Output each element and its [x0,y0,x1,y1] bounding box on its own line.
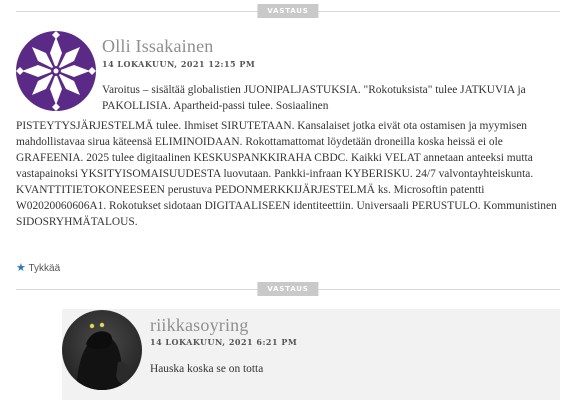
comment-date[interactable]: 14 LOKAKUUN, 2021 6:21 PM [150,337,297,347]
comment-text-rest: PISTEYTYSJÄRJESTELMÄ tulee. Ihmiset SIRU… [16,120,557,228]
comment-text-first: Varoitus – sisältää globalistien JUONIPA… [102,84,526,112]
reply-button[interactable]: VASTAUS [257,4,319,18]
comment-date[interactable]: 14 LOKAKUUN, 2021 12:15 PM [102,59,255,69]
comment-text: Hauska koska se on totta [150,363,264,375]
avatar-photo-icon [62,310,142,390]
avatar[interactable] [16,31,96,111]
comment-author[interactable]: Olli Issakainen [102,36,213,57]
avatar[interactable] [62,310,142,390]
reply-divider-top: VASTAUS [16,4,560,18]
comment-riikka: riikkasoyring 14 LOKAKUUN, 2021 6:21 PM … [62,309,560,400]
like-button[interactable]: ★ Tykkää [16,261,60,274]
avatar-pattern-icon [16,31,96,111]
like-label: Tykkää [28,263,61,274]
star-icon: ★ [16,262,26,274]
comment-author[interactable]: riikkasoyring [150,315,249,336]
reply-divider-bottom: VASTAUS [16,282,560,296]
reply-button[interactable]: VASTAUS [257,282,319,296]
